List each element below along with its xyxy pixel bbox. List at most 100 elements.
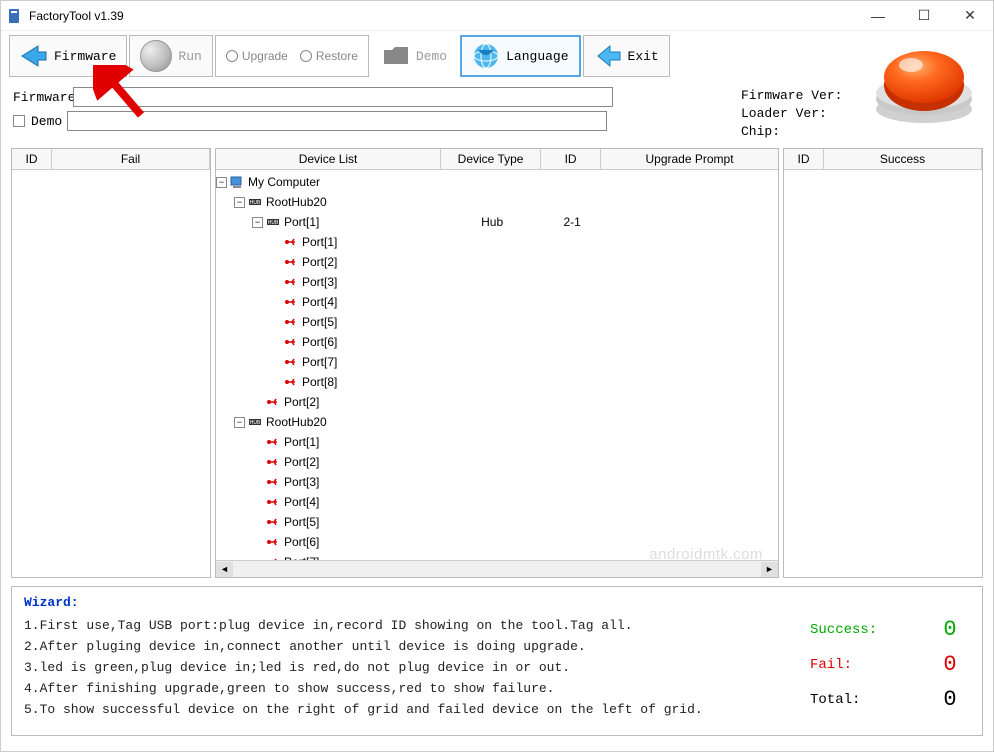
watermark: androidmtk.com (649, 546, 763, 563)
tree-row[interactable]: Port[3] (216, 472, 778, 492)
success-panel: ID Success (783, 148, 983, 578)
radio-circle-icon (300, 50, 312, 62)
svg-text:HUB: HUB (250, 200, 261, 206)
tree-row[interactable]: Port[7] (216, 352, 778, 372)
wizard-box: Wizard: 1.First use,Tag USB port:plug de… (11, 586, 983, 736)
col-device-type: Device Type (441, 149, 541, 169)
firmware-input[interactable] (73, 87, 613, 107)
tree-row[interactable]: Port[1] (216, 232, 778, 252)
tree-node-label: Port[6] (284, 535, 319, 549)
tree-node-label: Port[1] (284, 435, 319, 449)
tree-node-label: Port[6] (302, 335, 337, 349)
tree-expander[interactable]: − (216, 177, 227, 188)
scroll-track[interactable] (233, 562, 761, 577)
radio-circle-icon (226, 50, 238, 62)
success-counter-value: 0 (930, 617, 970, 642)
toolbar: Firmware Run Upgrade Restore Demo Langua… (1, 31, 993, 81)
tree-node-label: Port[3] (302, 275, 337, 289)
tree-node-label: RootHub20 (266, 415, 327, 429)
tree-node-label: Port[7] (284, 555, 319, 560)
language-button[interactable]: Language (460, 35, 580, 77)
tree-row[interactable]: Port[6] (216, 332, 778, 352)
exit-arrow-icon (594, 42, 622, 70)
counter-box: Success: 0 Fail: 0 Total: 0 (810, 607, 970, 722)
tree-node-label: Port[2] (284, 395, 319, 409)
firmware-button-label: Firmware (54, 49, 116, 64)
firmware-ver-label: Firmware Ver: (741, 88, 842, 103)
restore-radio[interactable]: Restore (300, 49, 358, 63)
device-tree[interactable]: −My Computer −HUBRootHub20 −HUBPort[1] H… (216, 170, 778, 560)
success-counter-label: Success: (810, 622, 877, 638)
tree-node-label: Port[5] (284, 515, 319, 529)
chip-label: Chip: (741, 124, 780, 139)
minimize-button[interactable]: — (855, 1, 901, 30)
fail-counter-value: 0 (930, 652, 970, 677)
window-title: FactoryTool v1.39 (29, 9, 855, 23)
tree-node-label: Port[2] (284, 455, 319, 469)
tree-row[interactable]: Port[5] (216, 512, 778, 532)
exit-button-label: Exit (628, 49, 659, 64)
firmware-icon (20, 42, 48, 70)
fail-col-fail: Fail (52, 149, 210, 169)
tree-row[interactable]: Port[4] (216, 292, 778, 312)
tree-node-label: Port[4] (284, 495, 319, 509)
tree-row[interactable]: Port[5] (216, 312, 778, 332)
close-button[interactable]: ✕ (947, 1, 993, 30)
success-col-success: Success (824, 149, 982, 169)
svg-text:HUB: HUB (268, 220, 279, 226)
run-button[interactable]: Run (129, 35, 212, 77)
demo-button[interactable]: Demo (371, 35, 458, 77)
tree-row[interactable]: Port[2] (216, 252, 778, 272)
exit-button[interactable]: Exit (583, 35, 670, 77)
firmware-button[interactable]: Firmware (9, 35, 127, 77)
app-icon (7, 8, 23, 24)
tree-row[interactable]: −HUBPort[1] Hub 2-1 (216, 212, 778, 232)
restore-radio-label: Restore (316, 49, 358, 63)
col-device-list: Device List (216, 149, 441, 169)
tree-node-label: Port[7] (302, 355, 337, 369)
tree-node-label: Port[1] (302, 235, 337, 249)
success-list-body (784, 170, 982, 577)
firmware-field-label: Firmware (13, 90, 73, 105)
demo-field-label: Demo (31, 114, 67, 129)
tree-row[interactable]: −HUBRootHub20 (216, 412, 778, 432)
upgrade-radio[interactable]: Upgrade (226, 49, 288, 63)
fail-counter-label: Fail: (810, 657, 852, 673)
total-counter-label: Total: (810, 692, 860, 708)
tree-row[interactable]: Port[2] (216, 452, 778, 472)
language-button-label: Language (506, 49, 568, 64)
tree-row[interactable]: Port[8] (216, 372, 778, 392)
col-device-id: ID (541, 149, 601, 169)
fail-col-id: ID (12, 149, 52, 169)
tree-expander[interactable]: − (252, 217, 263, 228)
demo-input[interactable] (67, 111, 607, 131)
tree-row[interactable]: Port[4] (216, 492, 778, 512)
form-area: Firmware Demo Firmware Ver: Loader Ver: … (1, 81, 993, 148)
panels: ID Fail Device List Device Type ID Upgra… (1, 148, 993, 578)
demo-checkbox[interactable] (13, 115, 25, 127)
run-button-label: Run (178, 49, 201, 64)
tree-row[interactable]: Port[1] (216, 432, 778, 452)
folder-icon (382, 42, 410, 70)
mode-radio-group: Upgrade Restore (215, 35, 369, 77)
tree-row[interactable]: Port[2] (216, 392, 778, 412)
scroll-left-arrow[interactable]: ◄ (216, 562, 233, 577)
loader-ver-label: Loader Ver: (741, 106, 827, 121)
fail-panel: ID Fail (11, 148, 211, 578)
success-col-id: ID (784, 149, 824, 169)
total-counter-value: 0 (930, 687, 970, 712)
tree-row[interactable]: −My Computer (216, 172, 778, 192)
fail-list-body (12, 170, 210, 577)
scroll-right-arrow[interactable]: ► (761, 562, 778, 577)
run-sphere-icon (140, 40, 172, 72)
tree-expander[interactable]: − (234, 197, 245, 208)
tree-expander[interactable]: − (234, 417, 245, 428)
tree-row[interactable]: Port[3] (216, 272, 778, 292)
titlebar: FactoryTool v1.39 — ☐ ✕ (1, 1, 993, 31)
tree-node-label: RootHub20 (266, 195, 327, 209)
demo-button-label: Demo (416, 49, 447, 64)
maximize-button[interactable]: ☐ (901, 1, 947, 30)
tree-row[interactable]: −HUB RootHub20 (216, 192, 778, 212)
device-panel: Device List Device Type ID Upgrade Promp… (215, 148, 779, 578)
big-red-button[interactable] (869, 37, 979, 127)
